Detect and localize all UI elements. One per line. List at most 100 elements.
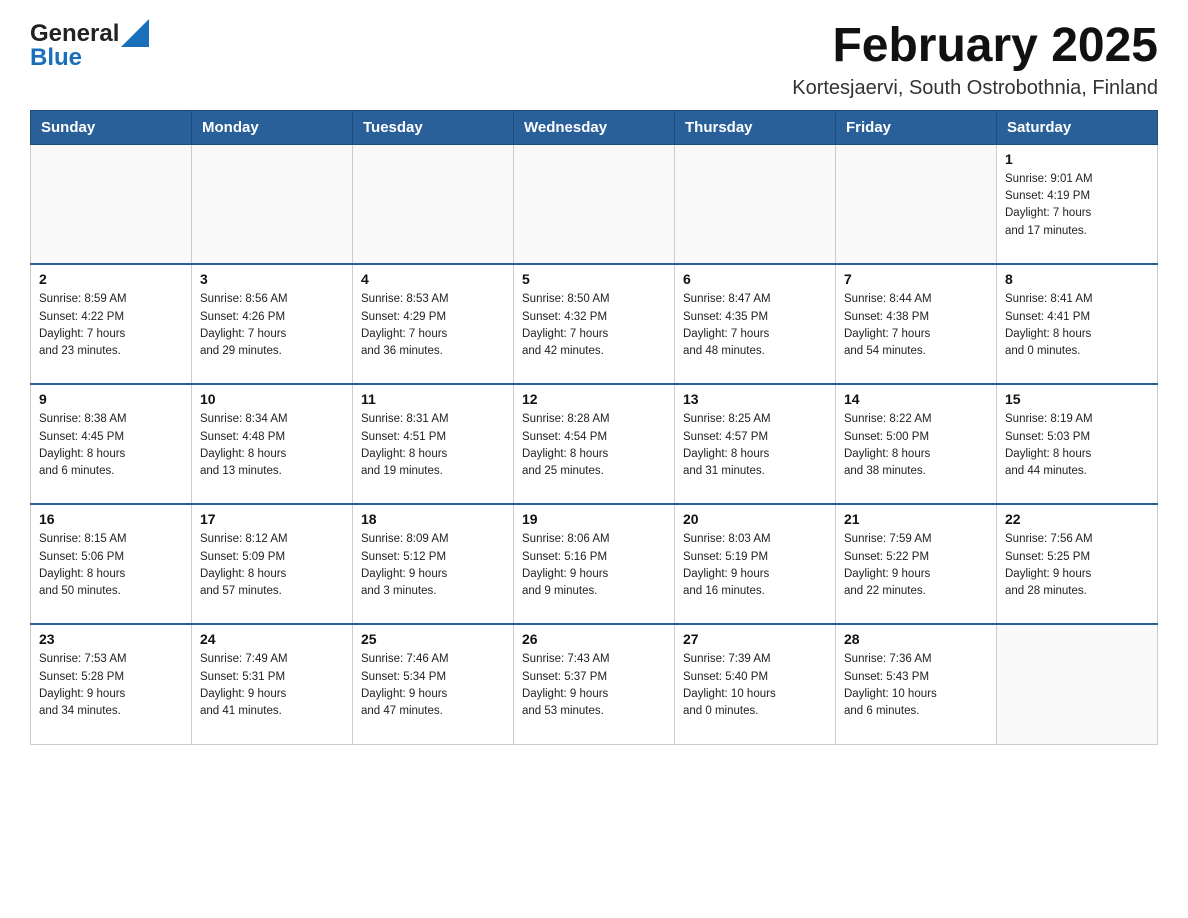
day-info: Sunrise: 8:12 AMSunset: 5:09 PMDaylight:… [200, 531, 344, 600]
day-info: Sunrise: 7:49 AMSunset: 5:31 PMDaylight:… [200, 651, 344, 720]
calendar-cell: 27 Sunrise: 7:39 AMSunset: 5:40 PMDayligh… [675, 624, 836, 744]
day-info: Sunrise: 8:50 AMSunset: 4:32 PMDaylight:… [522, 291, 666, 360]
day-info: Sunrise: 7:39 AMSunset: 5:40 PMDaylight:… [683, 651, 827, 720]
day-info: Sunrise: 7:53 AMSunset: 5:28 PMDaylight:… [39, 651, 183, 720]
calendar-cell: 10 Sunrise: 8:34 AMSunset: 4:48 PMDayligh… [192, 384, 353, 504]
day-number: 8 [1005, 271, 1149, 287]
day-number: 1 [1005, 151, 1149, 167]
day-info: Sunrise: 8:44 AMSunset: 4:38 PMDaylight:… [844, 291, 988, 360]
day-number: 16 [39, 511, 183, 527]
day-number: 24 [200, 631, 344, 647]
day-number: 12 [522, 391, 666, 407]
calendar-week-row: 23 Sunrise: 7:53 AMSunset: 5:28 PMDayligh… [31, 624, 1158, 744]
calendar-cell: 6Sunrise: 8:47 AMSunset: 4:35 PMDaylight… [675, 264, 836, 384]
day-number: 3 [200, 271, 344, 287]
page-header: General Blue February 2025 Kortesjaervi,… [30, 20, 1158, 100]
day-number: 15 [1005, 391, 1149, 407]
day-info: Sunrise: 8:09 AMSunset: 5:12 PMDaylight:… [361, 531, 505, 600]
calendar-week-row: 2 Sunrise: 8:59 AMSunset: 4:22 PMDaylight… [31, 264, 1158, 384]
day-info: Sunrise: 8:34 AMSunset: 4:48 PMDaylight:… [200, 411, 344, 480]
day-number: 2 [39, 271, 183, 287]
calendar-cell [353, 144, 514, 264]
calendar-cell: 3Sunrise: 8:56 AMSunset: 4:26 PMDaylight… [192, 264, 353, 384]
day-info: Sunrise: 8:22 AMSunset: 5:00 PMDaylight:… [844, 411, 988, 480]
calendar-cell: 13 Sunrise: 8:25 AMSunset: 4:57 PMDayligh… [675, 384, 836, 504]
day-number: 10 [200, 391, 344, 407]
calendar-cell: 2 Sunrise: 8:59 AMSunset: 4:22 PMDaylight… [31, 264, 192, 384]
day-info: Sunrise: 7:43 AMSunset: 5:37 PMDaylight:… [522, 651, 666, 720]
calendar-cell: 8 Sunrise: 8:41 AMSunset: 4:41 PMDaylight… [997, 264, 1158, 384]
calendar-week-row: 1 Sunrise: 9:01 AMSunset: 4:19 PMDaylight… [31, 144, 1158, 264]
day-info: Sunrise: 7:36 AMSunset: 5:43 PMDaylight:… [844, 651, 988, 720]
day-number: 14 [844, 391, 988, 407]
day-info: Sunrise: 8:59 AMSunset: 4:22 PMDaylight:… [39, 291, 183, 360]
calendar-cell: 16 Sunrise: 8:15 AMSunset: 5:06 PMDayligh… [31, 504, 192, 624]
weekday-header-friday: Friday [836, 110, 997, 144]
calendar-cell [31, 144, 192, 264]
calendar-cell: 5 Sunrise: 8:50 AMSunset: 4:32 PMDaylight… [514, 264, 675, 384]
day-number: 22 [1005, 511, 1149, 527]
day-info: Sunrise: 8:03 AMSunset: 5:19 PMDaylight:… [683, 531, 827, 600]
day-number: 27 [683, 631, 827, 647]
day-number: 11 [361, 391, 505, 407]
day-number: 19 [522, 511, 666, 527]
calendar-cell: 23 Sunrise: 7:53 AMSunset: 5:28 PMDayligh… [31, 624, 192, 744]
weekday-header-saturday: Saturday [997, 110, 1158, 144]
calendar-cell: 24 Sunrise: 7:49 AMSunset: 5:31 PMDayligh… [192, 624, 353, 744]
calendar-table: SundayMondayTuesdayWednesdayThursdayFrid… [30, 110, 1158, 745]
logo: General Blue [30, 20, 149, 72]
calendar-cell: 21Sunrise: 7:59 AMSunset: 5:22 PMDayligh… [836, 504, 997, 624]
day-info: Sunrise: 8:31 AMSunset: 4:51 PMDaylight:… [361, 411, 505, 480]
calendar-cell: 1 Sunrise: 9:01 AMSunset: 4:19 PMDaylight… [997, 144, 1158, 264]
day-number: 28 [844, 631, 988, 647]
logo-triangle-icon [121, 19, 149, 47]
calendar-cell: 9 Sunrise: 8:38 AMSunset: 4:45 PMDaylight… [31, 384, 192, 504]
day-info: Sunrise: 8:53 AMSunset: 4:29 PMDaylight:… [361, 291, 505, 360]
day-number: 4 [361, 271, 505, 287]
location-subtitle: Kortesjaervi, South Ostrobothnia, Finlan… [792, 77, 1158, 100]
title-block: February 2025 Kortesjaervi, South Ostrob… [792, 20, 1158, 100]
day-info: Sunrise: 7:56 AMSunset: 5:25 PMDaylight:… [1005, 531, 1149, 600]
day-info: Sunrise: 8:06 AMSunset: 5:16 PMDaylight:… [522, 531, 666, 600]
month-title: February 2025 [792, 20, 1158, 73]
day-info: Sunrise: 8:25 AMSunset: 4:57 PMDaylight:… [683, 411, 827, 480]
calendar-cell: 17Sunrise: 8:12 AMSunset: 5:09 PMDayligh… [192, 504, 353, 624]
calendar-cell: 7 Sunrise: 8:44 AMSunset: 4:38 PMDaylight… [836, 264, 997, 384]
weekday-header-tuesday: Tuesday [353, 110, 514, 144]
calendar-week-row: 16 Sunrise: 8:15 AMSunset: 5:06 PMDayligh… [31, 504, 1158, 624]
day-number: 23 [39, 631, 183, 647]
calendar-cell: 12 Sunrise: 8:28 AMSunset: 4:54 PMDayligh… [514, 384, 675, 504]
calendar-cell: 28 Sunrise: 7:36 AMSunset: 5:43 PMDayligh… [836, 624, 997, 744]
calendar-week-row: 9 Sunrise: 8:38 AMSunset: 4:45 PMDaylight… [31, 384, 1158, 504]
day-number: 5 [522, 271, 666, 287]
calendar-cell [836, 144, 997, 264]
day-number: 18 [361, 511, 505, 527]
weekday-header-sunday: Sunday [31, 110, 192, 144]
calendar-cell [675, 144, 836, 264]
day-info: Sunrise: 8:38 AMSunset: 4:45 PMDaylight:… [39, 411, 183, 480]
calendar-cell: 19 Sunrise: 8:06 AMSunset: 5:16 PMDayligh… [514, 504, 675, 624]
calendar-cell: 20 Sunrise: 8:03 AMSunset: 5:19 PMDayligh… [675, 504, 836, 624]
day-info: Sunrise: 9:01 AMSunset: 4:19 PMDaylight:… [1005, 171, 1149, 240]
day-number: 9 [39, 391, 183, 407]
day-number: 25 [361, 631, 505, 647]
calendar-cell [997, 624, 1158, 744]
calendar-cell: 22 Sunrise: 7:56 AMSunset: 5:25 PMDayligh… [997, 504, 1158, 624]
weekday-header-monday: Monday [192, 110, 353, 144]
day-number: 7 [844, 271, 988, 287]
calendar-header-row: SundayMondayTuesdayWednesdayThursdayFrid… [31, 110, 1158, 144]
calendar-cell: 11 Sunrise: 8:31 AMSunset: 4:51 PMDayligh… [353, 384, 514, 504]
day-number: 13 [683, 391, 827, 407]
day-info: Sunrise: 8:15 AMSunset: 5:06 PMDaylight:… [39, 531, 183, 600]
calendar-cell: 25Sunrise: 7:46 AMSunset: 5:34 PMDayligh… [353, 624, 514, 744]
calendar-cell: 26Sunrise: 7:43 AMSunset: 5:37 PMDayligh… [514, 624, 675, 744]
calendar-cell: 18 Sunrise: 8:09 AMSunset: 5:12 PMDayligh… [353, 504, 514, 624]
logo-blue-text: Blue [30, 44, 149, 72]
calendar-cell: 4 Sunrise: 8:53 AMSunset: 4:29 PMDaylight… [353, 264, 514, 384]
day-info: Sunrise: 8:28 AMSunset: 4:54 PMDaylight:… [522, 411, 666, 480]
day-number: 20 [683, 511, 827, 527]
day-info: Sunrise: 8:41 AMSunset: 4:41 PMDaylight:… [1005, 291, 1149, 360]
day-info: Sunrise: 8:47 AMSunset: 4:35 PMDaylight:… [683, 291, 827, 360]
calendar-cell [192, 144, 353, 264]
day-info: Sunrise: 7:59 AMSunset: 5:22 PMDaylight:… [844, 531, 988, 600]
